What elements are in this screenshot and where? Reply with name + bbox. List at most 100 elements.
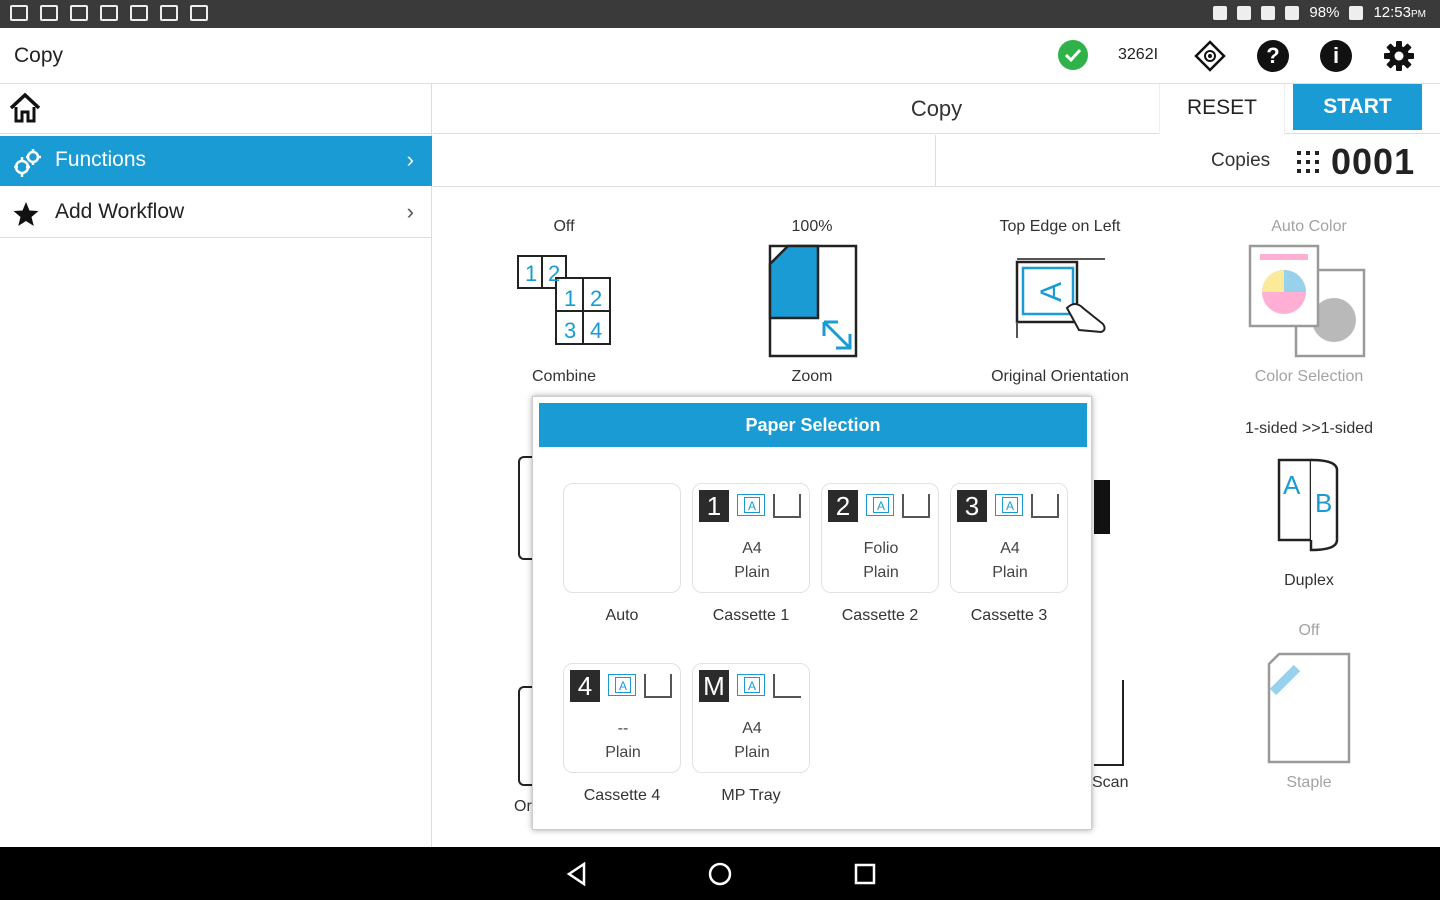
paper-option-mp-tray[interactable]: M A A4 Plain — [692, 663, 810, 773]
combine-tile[interactable]: Off 12 1234 Combine — [444, 218, 684, 393]
staple-tile[interactable]: Off Staple — [1189, 622, 1429, 797]
svg-text:4: 4 — [590, 318, 602, 343]
notification-icon — [160, 5, 178, 21]
battery-percent: 98% — [1309, 4, 1340, 21]
paper-option-cassette-1[interactable]: 1 A A4 Plain — [692, 483, 810, 593]
status-bar: 98% 12:53PM — [0, 0, 1440, 28]
dialog-title: Paper Selection — [539, 403, 1087, 447]
keypad-icon[interactable] — [1295, 149, 1321, 180]
battery-icon — [1349, 5, 1364, 20]
tray-icon — [644, 674, 672, 698]
paper-option-cassette-2[interactable]: 2 A Folio Plain — [821, 483, 939, 593]
network-icon[interactable] — [1194, 40, 1226, 72]
clock: 12:53PM — [1373, 4, 1426, 21]
wifi-icon — [1237, 5, 1252, 20]
airplane-icon — [1285, 5, 1300, 20]
back-icon[interactable] — [564, 861, 590, 892]
sidebar-item-label: Add Workflow — [55, 200, 185, 223]
divider — [935, 135, 936, 187]
scan-label: Scan — [1092, 774, 1129, 791]
cassette-number: 1 — [699, 490, 729, 522]
paper-option-cassette-3[interactable]: 3 A A4 Plain — [950, 483, 1068, 593]
duplex-icon: A B — [1277, 458, 1339, 552]
staple-label: Staple — [1286, 774, 1332, 791]
help-icon[interactable]: ? — [1257, 40, 1289, 72]
svg-text:A: A — [1283, 470, 1301, 500]
home-row — [0, 84, 432, 134]
copies-row: Copies 0001 — [433, 135, 1440, 187]
clock-ampm: PM — [1411, 9, 1426, 20]
start-button[interactable]: START — [1293, 84, 1422, 130]
duplex-label: Duplex — [1284, 572, 1334, 589]
notification-icon — [190, 5, 208, 21]
duplex-value: 1-sided >>1-sided — [1244, 420, 1374, 437]
paper-option-cassette-4[interactable]: 4 A -- Plain — [563, 663, 681, 773]
paper-a-icon: A — [995, 494, 1023, 516]
svg-text:A: A — [1035, 282, 1068, 302]
staple-value: Off — [1298, 622, 1320, 639]
paper-size: Folio — [863, 540, 899, 557]
paper-type: Plain — [992, 564, 1028, 581]
bluetooth-icon — [1213, 5, 1228, 20]
system-tray: 98% 12:53PM — [1213, 4, 1426, 21]
cassette-number: 3 — [957, 490, 987, 522]
tray-icon — [1031, 494, 1059, 518]
staple-icon — [1267, 652, 1351, 764]
paper-type: Plain — [734, 564, 770, 581]
hidden-tile-label: Or — [514, 798, 532, 815]
app-title: Copy — [14, 44, 64, 67]
recents-icon[interactable] — [852, 861, 878, 892]
paper-size: A4 — [1000, 540, 1020, 557]
chevron-right-icon: › — [406, 147, 414, 172]
sidebar-item-label: Functions — [55, 148, 147, 171]
notification-icon — [10, 5, 28, 21]
cassette-number: 4 — [570, 670, 600, 702]
combine-label: Combine — [531, 368, 597, 385]
star-icon — [12, 200, 40, 228]
paper-option-auto[interactable] — [563, 483, 681, 593]
paper-option-label: Cassette 3 — [970, 607, 1048, 624]
functions-icon — [12, 148, 41, 177]
device-id: 3262I — [1118, 46, 1159, 63]
gear-icon[interactable] — [1383, 40, 1415, 72]
sidebar: Functions › Add Workflow › — [0, 84, 432, 847]
sidebar-item-functions[interactable]: Functions › — [0, 136, 432, 186]
sidebar-item-add-workflow[interactable]: Add Workflow › — [0, 188, 432, 238]
notification-icon — [100, 5, 118, 21]
original-orientation-tile[interactable]: Top Edge on Left A Original Orientation — [940, 218, 1180, 393]
reset-button[interactable]: RESET — [1159, 84, 1285, 134]
tray-icon — [902, 494, 930, 518]
cassette-number: M — [699, 670, 729, 702]
zoom-tile[interactable]: 100% Zoom — [692, 218, 932, 393]
svg-text:1: 1 — [564, 286, 576, 311]
zoom-label: Zoom — [791, 368, 833, 385]
color-selection-tile[interactable]: Auto Color Color Selection — [1189, 218, 1429, 393]
cassette-number: 2 — [828, 490, 858, 522]
notification-icon — [70, 5, 88, 21]
home-nav-icon[interactable] — [707, 861, 733, 892]
page-title: Copy — [910, 96, 963, 121]
paper-a-icon: A — [737, 674, 765, 696]
duplex-tile[interactable]: 1-sided >>1-sided A B Duplex — [1189, 420, 1429, 595]
svg-text:B: B — [1315, 488, 1332, 518]
paper-a-icon: A — [737, 494, 765, 516]
original-orientation-label: Original Orientation — [991, 368, 1129, 385]
paper-option-label: MP Tray — [721, 787, 781, 804]
paper-type: Plain — [605, 744, 641, 761]
main-header: Copy RESET START — [433, 84, 1440, 134]
paper-size: A4 — [742, 720, 762, 737]
paper-a-icon: A — [866, 494, 894, 516]
paper-option-label: Cassette 1 — [712, 607, 790, 624]
chevron-right-icon: › — [406, 199, 414, 224]
device-status-ok-icon[interactable] — [1058, 40, 1088, 70]
paper-type: Plain — [734, 744, 770, 761]
zoom-value: 100% — [791, 218, 833, 235]
paper-type: Plain — [863, 564, 899, 581]
copies-value[interactable]: 0001 — [1331, 141, 1415, 183]
tray-icon — [773, 674, 801, 698]
info-icon[interactable]: i — [1320, 40, 1352, 72]
original-orientation-value: Top Edge on Left — [999, 218, 1121, 235]
notification-icon — [40, 5, 58, 21]
paper-option-label: Auto — [605, 607, 639, 624]
home-icon[interactable] — [8, 91, 42, 130]
